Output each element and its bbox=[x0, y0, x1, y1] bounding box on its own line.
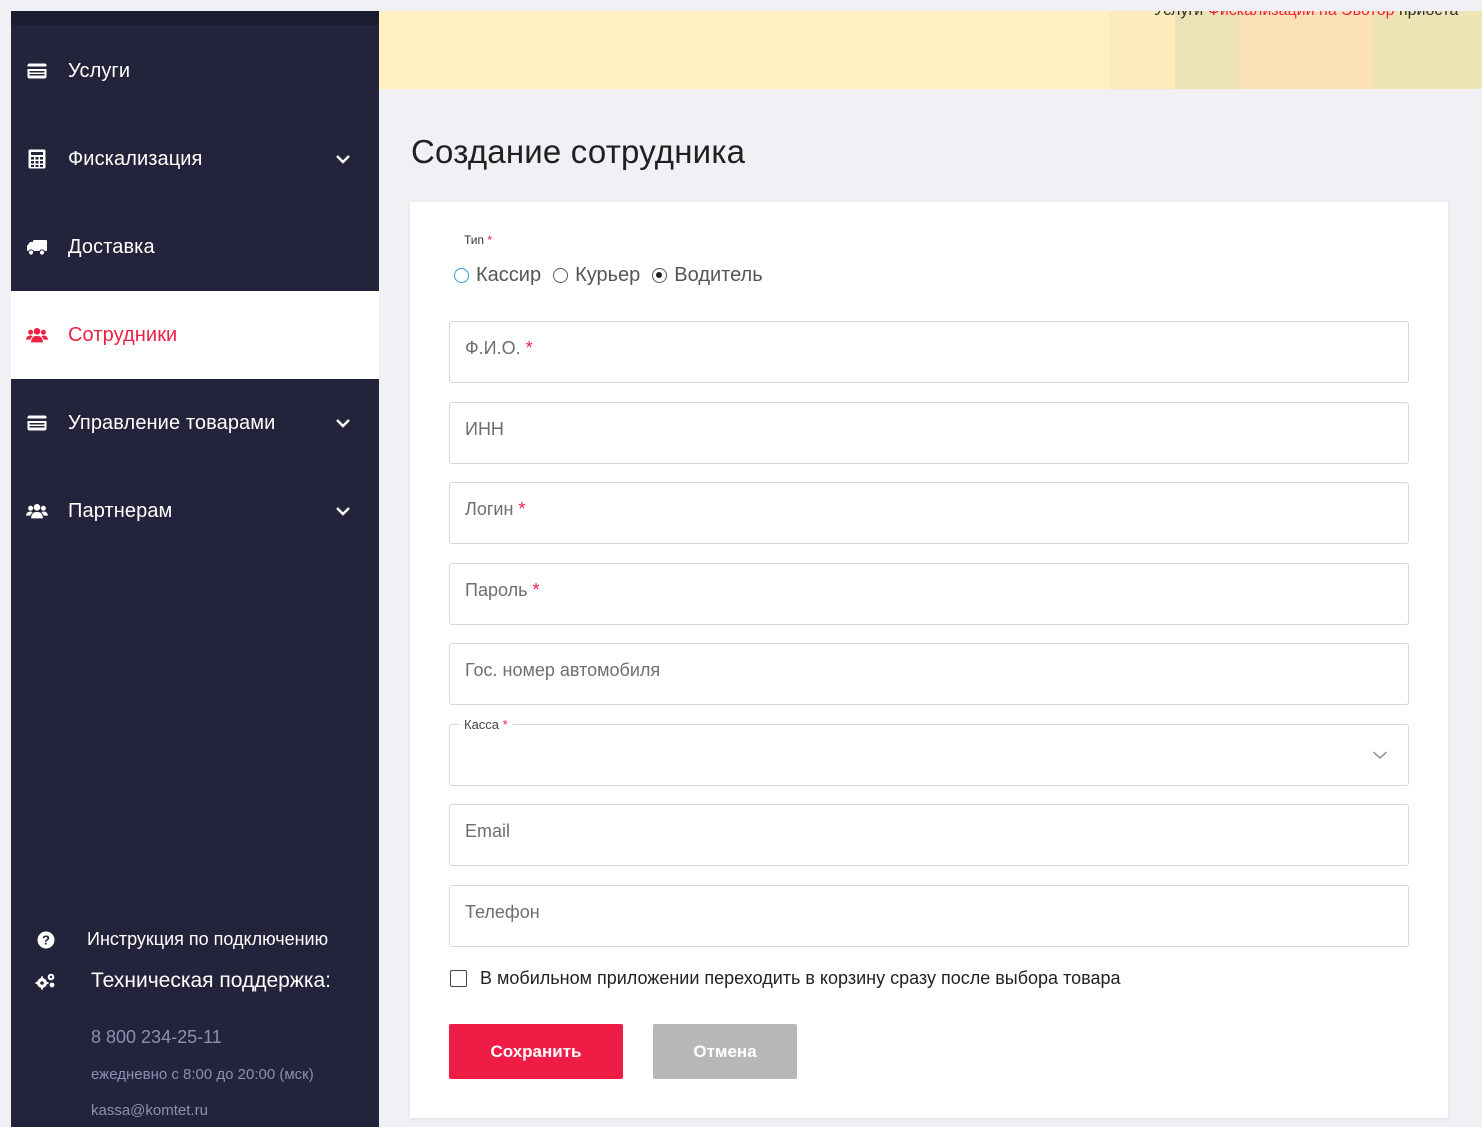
cogs-icon bbox=[35, 972, 57, 990]
car-number-placeholder: Гос. номер автомобиля bbox=[465, 660, 661, 680]
kassa-select[interactable]: Касса * bbox=[449, 717, 1409, 786]
question-circle-icon: ? bbox=[35, 931, 57, 949]
sidebar-item-label: Партнерам bbox=[68, 499, 173, 522]
sidebar-item-delivery[interactable]: Доставка bbox=[11, 203, 379, 291]
sidebar-item-partners[interactable]: Партнерам bbox=[11, 467, 379, 555]
chevron-down-icon bbox=[1372, 747, 1388, 765]
banner-link[interactable]: Фискализации на Эвотор bbox=[1208, 11, 1395, 19]
phone-placeholder: Телефон bbox=[465, 902, 540, 922]
radio-cashier[interactable]: Кассир bbox=[454, 264, 541, 287]
sidebar-item-employees[interactable]: Сотрудники bbox=[11, 291, 379, 379]
fio-field[interactable]: Ф.И.О. * bbox=[449, 321, 1409, 383]
radio-driver[interactable]: Водитель bbox=[652, 264, 763, 287]
chevron-down-icon bbox=[333, 418, 353, 428]
email-placeholder: Email bbox=[465, 821, 511, 841]
sidebar-item-fiscalization[interactable]: Фискализация bbox=[11, 115, 379, 203]
chevron-down-icon bbox=[333, 154, 353, 164]
sidebar: Услуги Фискализация Доставка Сотрудники … bbox=[11, 11, 379, 1127]
employee-form-card: Тип * Кассир Курьер Водитель Ф.И.О. * ИН… bbox=[410, 202, 1448, 1118]
type-radio-group: Кассир Курьер Водитель bbox=[454, 264, 775, 287]
sidebar-item-label: Фискализация bbox=[68, 147, 203, 170]
sidebar-item-products[interactable]: Управление товарами bbox=[11, 379, 379, 467]
inn-field[interactable]: ИНН bbox=[449, 402, 1409, 464]
password-field[interactable]: Пароль * bbox=[449, 563, 1409, 625]
sidebar-item-label: Доставка bbox=[68, 235, 155, 258]
support-title: Техническая поддержка: bbox=[91, 969, 332, 992]
support-email[interactable]: kassa@komtet.ru bbox=[91, 1102, 208, 1119]
users-icon bbox=[26, 502, 48, 520]
cancel-button[interactable]: Отмена bbox=[653, 1024, 797, 1079]
chevron-down-icon bbox=[333, 506, 353, 516]
sidebar-item-label: Сотрудники bbox=[68, 323, 178, 346]
login-placeholder: Логин * bbox=[465, 499, 526, 519]
car-number-field[interactable]: Гос. номер автомобиля bbox=[449, 643, 1409, 705]
support-phone[interactable]: 8 800 234-25-11 bbox=[91, 1027, 222, 1048]
sidebar-top-strip bbox=[11, 11, 379, 25]
help-instruction-label: Инструкция по подключению bbox=[87, 929, 329, 949]
fio-placeholder: Ф.И.О. * bbox=[465, 338, 533, 358]
radio-circle[interactable] bbox=[553, 268, 569, 283]
type-label: Тип * bbox=[464, 233, 493, 247]
notification-banner: Услуги Фискализации на Эвотор приоста bbox=[379, 11, 1482, 89]
truck-icon bbox=[26, 239, 48, 256]
banner-text: Услуги Фискализации на Эвотор приоста bbox=[1154, 11, 1458, 20]
cart-redirect-label: В мобильном приложении переходить в корз… bbox=[480, 968, 1121, 988]
save-button[interactable]: Сохранить bbox=[449, 1024, 623, 1079]
radio-courier[interactable]: Курьер bbox=[553, 264, 640, 287]
svg-text:?: ? bbox=[42, 932, 50, 947]
sidebar-item-label: Услуги bbox=[68, 59, 131, 82]
login-field[interactable]: Логин * bbox=[449, 482, 1409, 544]
email-field[interactable]: Email bbox=[449, 804, 1409, 866]
help-instruction-link[interactable]: ? Инструкция по подключению bbox=[35, 929, 328, 950]
credit-card-icon bbox=[26, 415, 48, 431]
radio-circle[interactable] bbox=[454, 268, 469, 283]
page-title: Создание сотрудника bbox=[411, 133, 746, 170]
sidebar-item-label: Управление товарами bbox=[68, 411, 276, 434]
cart-redirect-checkbox-row[interactable]: В мобильном приложении переходить в корз… bbox=[450, 968, 1121, 989]
kassa-legend: Касса * bbox=[459, 717, 513, 732]
cart-redirect-checkbox[interactable] bbox=[450, 970, 467, 987]
users-icon bbox=[26, 326, 48, 344]
sidebar-item-services[interactable]: Услуги bbox=[11, 27, 379, 115]
support-hours: ежедневно с 8:00 до 20:00 (мск) bbox=[91, 1066, 314, 1083]
credit-card-icon bbox=[26, 63, 48, 79]
phone-field[interactable]: Телефон bbox=[449, 885, 1409, 947]
support-header: Техническая поддержка: bbox=[35, 969, 331, 993]
radio-circle-checked[interactable] bbox=[652, 268, 668, 283]
password-placeholder: Пароль * bbox=[465, 580, 540, 600]
calculator-icon bbox=[26, 149, 48, 169]
inn-placeholder: ИНН bbox=[465, 419, 504, 439]
